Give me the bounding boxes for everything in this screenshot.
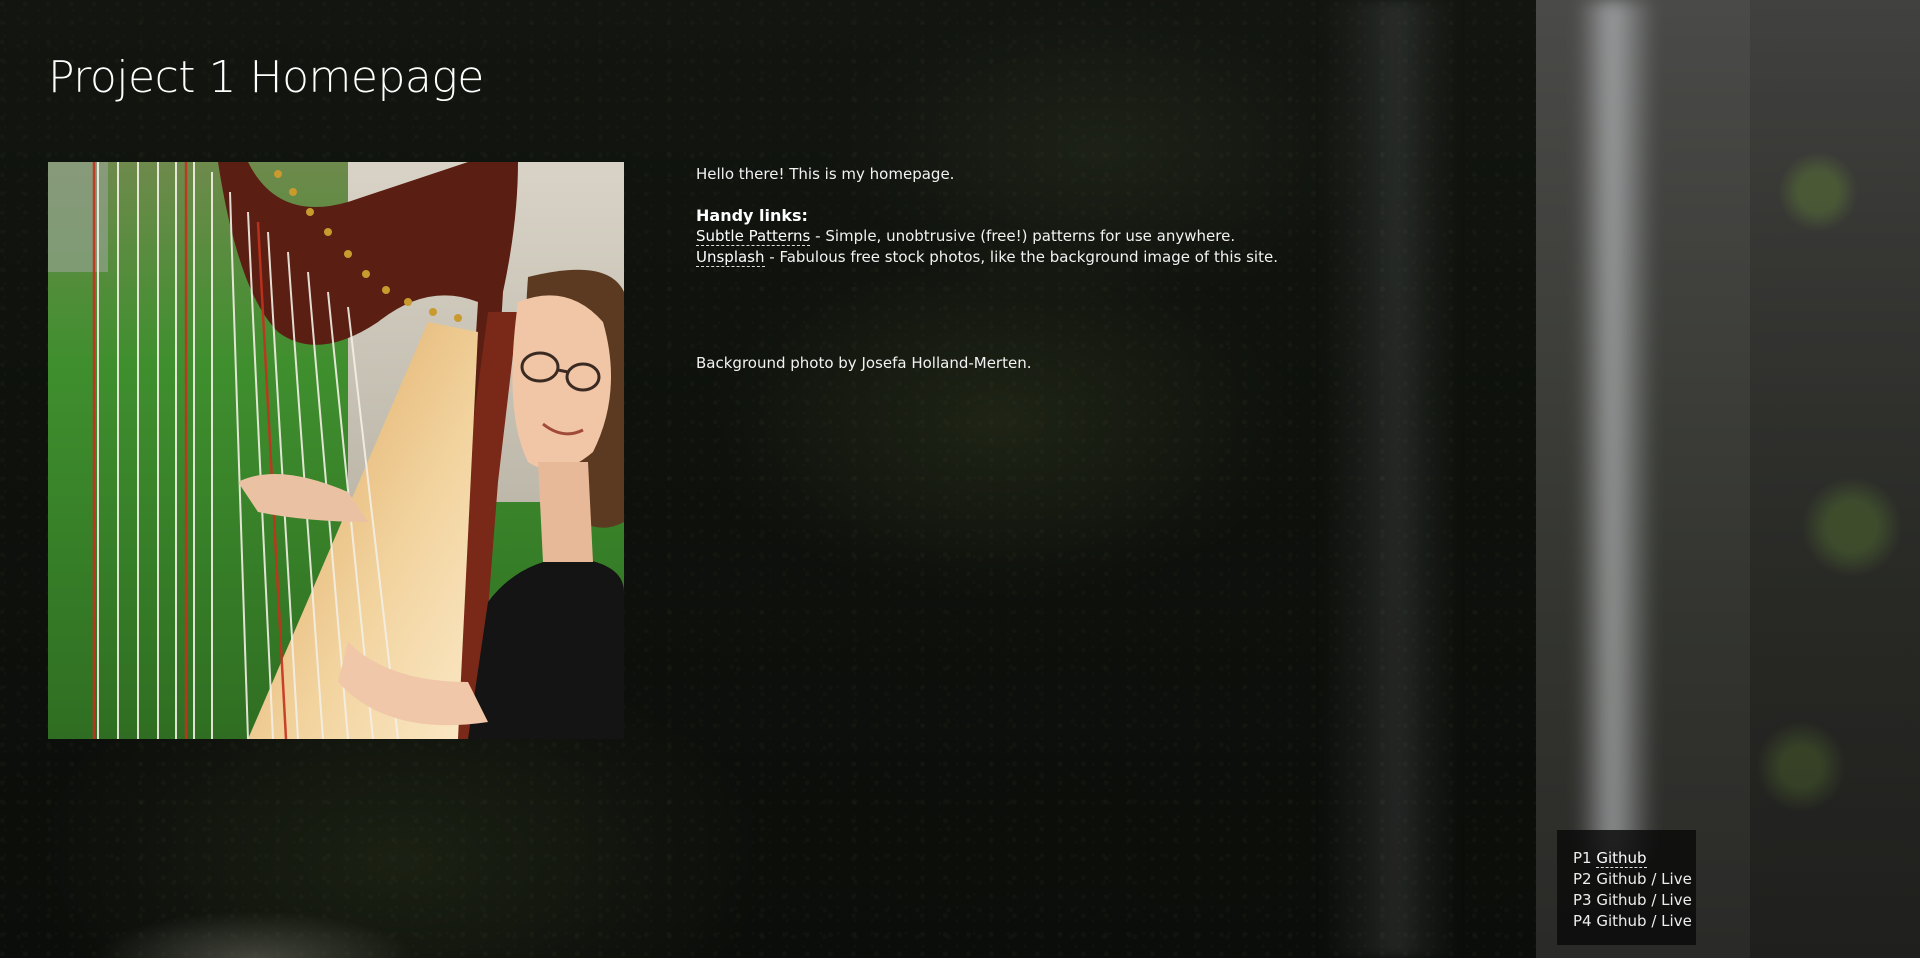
separator: / — [1646, 912, 1662, 930]
separator: / — [1646, 891, 1662, 909]
link-row-subtle-patterns: Subtle Patterns - Simple, unobtrusive (f… — [696, 226, 1396, 247]
p4-github-link[interactable]: Github — [1596, 912, 1646, 930]
separator: / — [1646, 870, 1662, 888]
subtle-patterns-link[interactable]: Subtle Patterns — [696, 227, 811, 246]
project-row-p3: P3 Github / Live — [1573, 890, 1696, 911]
p3-github-link[interactable]: Github — [1596, 891, 1646, 909]
p3-live-link[interactable]: Live — [1661, 891, 1692, 909]
project-label: P1 — [1573, 849, 1597, 867]
project-row-p2: P2 Github / Live — [1573, 869, 1696, 890]
handy-links-title: Handy links: — [696, 206, 808, 225]
waterfall-mist — [1320, 0, 1460, 958]
p1-github-link[interactable]: Github — [1596, 849, 1647, 868]
rocks — [20, 870, 490, 958]
p2-github-link[interactable]: Github — [1596, 870, 1646, 888]
unsplash-description: - Fabulous free stock photos, like the b… — [764, 248, 1278, 266]
project-label: P4 — [1573, 912, 1597, 930]
greeting-text: Hello there! This is my homepage. — [696, 165, 955, 183]
p4-live-link[interactable]: Live — [1661, 912, 1692, 930]
projects-panel: P1 Github P2 Github / Live P3 Github / L… — [1557, 830, 1696, 945]
project-row-p4: P4 Github / Live — [1573, 911, 1696, 932]
link-row-unsplash: Unsplash - Fabulous free stock photos, l… — [696, 247, 1396, 268]
background-credit: Background photo by Josefa Holland-Merte… — [696, 354, 1032, 372]
waterfall-cliff — [1536, 0, 1920, 958]
page-title: Project 1 Homepage — [48, 52, 484, 103]
project-label: P2 — [1573, 870, 1597, 888]
project-row-p1: P1 Github — [1573, 848, 1696, 869]
unsplash-link[interactable]: Unsplash — [696, 248, 765, 267]
project-label: P3 — [1573, 891, 1597, 909]
subtle-patterns-description: - Simple, unobtrusive (free!) patterns f… — [810, 227, 1236, 245]
intro-section: Hello there! This is my homepage. Handy … — [696, 164, 1396, 268]
p2-live-link[interactable]: Live — [1661, 870, 1692, 888]
harp-player-photo — [48, 162, 624, 739]
